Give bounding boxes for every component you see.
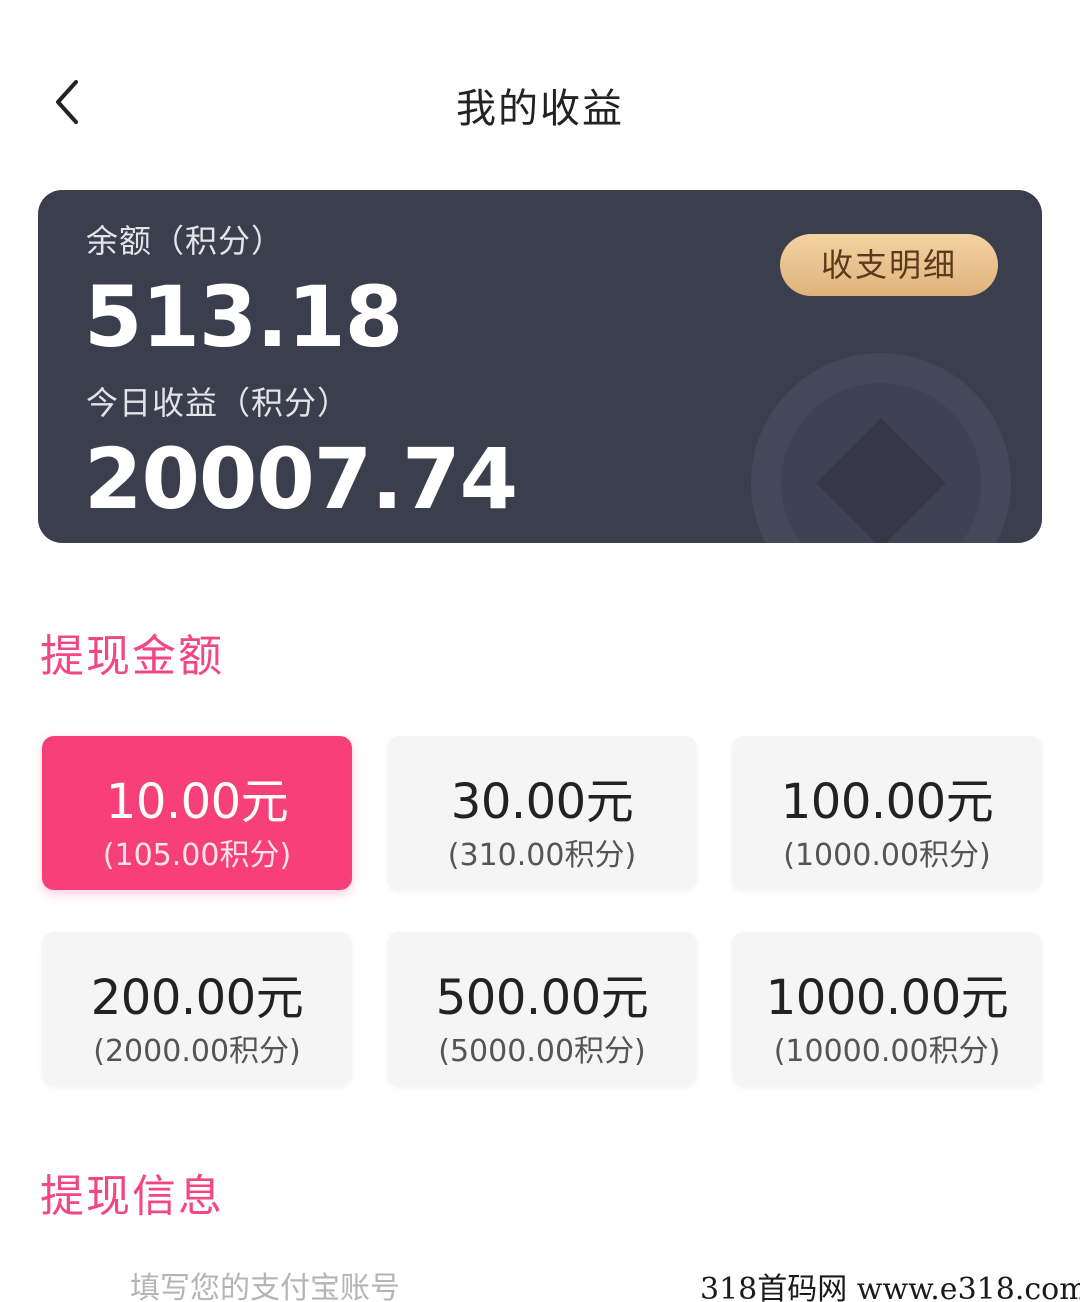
today-earnings-value: 20007.74 [84,430,518,528]
balance-label: 余额（积分） [86,222,285,260]
amount-yuan: 500.00元 [435,970,649,1026]
amount-yuan: 200.00元 [90,970,304,1026]
watermark: 318首码网 www.e318.com [694,1264,1080,1302]
amount-option[interactable]: 100.00元 (1000.00积分) [732,736,1042,890]
amount-option[interactable]: 500.00元 (5000.00积分) [387,932,697,1086]
amount-option[interactable]: 200.00元 (2000.00积分) [42,932,352,1086]
amount-option[interactable]: 1000.00元 (10000.00积分) [732,932,1042,1086]
amount-points: (1000.00积分) [783,838,991,873]
amount-yuan: 30.00元 [450,774,634,830]
coin-icon [746,348,1016,543]
amount-points: (310.00积分) [447,838,637,873]
today-earnings-label: 今日收益（积分） [86,384,351,422]
amount-option[interactable]: 30.00元 (310.00积分) [387,736,697,890]
amount-points: (2000.00积分) [93,1034,301,1069]
withdraw-info-title: 提现信息 [40,1171,224,1222]
alipay-account-input[interactable] [130,1268,650,1302]
balance-value: 513.18 [84,268,403,366]
page-title: 我的收益 [456,86,624,132]
withdraw-page: 我的收益 余额（积分） 513.18 今日收益（积分） 20007.74 收支明… [0,0,1080,1302]
transaction-detail-button[interactable]: 收支明细 [780,234,998,296]
header-bar: 我的收益 [0,50,1080,154]
amount-points: (5000.00积分) [438,1034,646,1069]
amount-yuan: 1000.00元 [765,970,1009,1026]
amount-points: (105.00积分) [102,838,292,873]
amount-yuan: 10.00元 [105,774,289,830]
withdraw-amount-title: 提现金额 [40,631,224,682]
amount-points: (10000.00积分) [773,1034,1001,1069]
amount-yuan: 100.00元 [780,774,994,830]
amount-option[interactable]: 10.00元 (105.00积分) [42,736,352,890]
balance-card: 余额（积分） 513.18 今日收益（积分） 20007.74 收支明细 [38,190,1042,543]
